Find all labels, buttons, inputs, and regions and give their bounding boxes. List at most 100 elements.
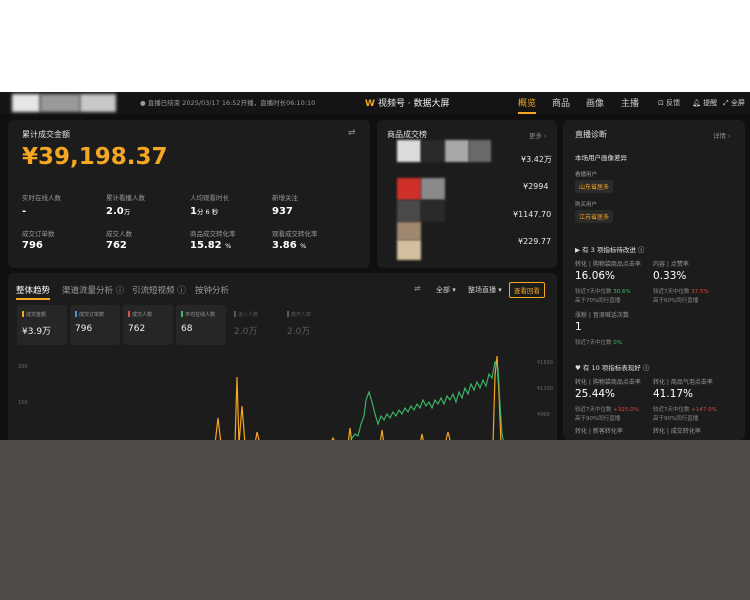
kpi-value: ¥3.9万 — [22, 327, 52, 337]
more-link[interactable]: 更多 › — [529, 130, 547, 140]
diag-metric-compare: 较近7天中位数 +325.0% — [575, 407, 639, 413]
product-price: ¥2994 — [523, 182, 549, 191]
filter-live-select[interactable]: 整场直播 ▾ — [468, 285, 502, 295]
tab-minute-analysis[interactable]: 按钟分析 — [195, 284, 229, 296]
series-color-marker — [234, 311, 236, 317]
metric-label: 观看成交转化率 — [272, 230, 318, 238]
nav-overview[interactable]: 概览 — [518, 96, 537, 114]
kpi-buyers[interactable]: 成交人数 762 — [123, 305, 173, 345]
diag-metric-rank: 高于90%同行直播 — [575, 416, 621, 422]
buyer-chip: 江苏省居多 — [575, 210, 614, 223]
product-rank-card: 商品成交榜 更多 › ¥3.42万 ¥2994 ¥1147.70 ¥229.77 — [377, 120, 557, 268]
product-rank-title: 商品成交榜 — [387, 130, 427, 139]
blurred-account-name — [40, 94, 80, 112]
kpi-value: 68 — [181, 324, 193, 334]
feedback-label: 反馈 — [666, 99, 681, 107]
diag-metric-compare: 较近7天中位数 0% — [575, 340, 622, 346]
total-gmv-value: ¥39,198.37 — [22, 144, 168, 170]
good-section-title: ♥ 有 10 项指标表现好 ⓘ — [575, 364, 650, 372]
feedback-icon: ⊡ — [658, 99, 667, 107]
diag-metric-label: 转化 | 成交转化率 — [653, 428, 701, 435]
kpi-avg-online[interactable]: 平均在线人数 68 — [176, 305, 226, 345]
kpi-value: 762 — [128, 324, 146, 334]
product-image-blurred[interactable] — [397, 178, 445, 260]
diag-metric-value: 25.44% — [575, 388, 616, 400]
nav-products[interactable]: 商品 — [552, 96, 570, 109]
region-label: 看播用户 — [575, 172, 598, 178]
fullscreen-icon: ⤢ — [723, 99, 731, 107]
metric-value: - — [22, 206, 27, 217]
view-replay-button[interactable]: 查看回看 — [509, 282, 545, 298]
feedback-button[interactable]: ⊡ 反馈 — [658, 98, 680, 108]
filter-all-select[interactable]: 全部 ▾ — [436, 285, 456, 295]
metric-label: 商品成交转化率 — [190, 230, 236, 238]
diagnosis-card: 直播诊断 详情 › 本场用户画像差异 看播用户 山东省居多 购买用户 江苏省居多… — [563, 120, 745, 440]
detail-link[interactable]: 详情 › — [713, 130, 731, 140]
metric-value: 1分 6 秒 — [190, 206, 219, 217]
series-color-marker — [181, 311, 183, 317]
nav-anchor[interactable]: 主播 — [621, 96, 639, 109]
bell-icon: 🔔︎ — [692, 99, 704, 107]
improve-section-title: ▶ 有 3 项指标待改进 ⓘ — [575, 246, 645, 254]
dashboard-screen: ● 直播已结束 2025/03/17 16:52开播，直播时长06:10:10 … — [0, 92, 750, 440]
diag-metric-compare: 较近7天中位数 30.6% — [575, 289, 631, 295]
metric-label: 新增关注 — [272, 194, 298, 202]
metric-value: 796 — [22, 240, 43, 251]
kpi-leave[interactable]: 离开人数 2.0万 — [282, 305, 332, 345]
brand-title: W 视频号 · 数据大屏 — [365, 96, 450, 109]
metric-label: 成交人数 — [106, 230, 132, 238]
product-price: ¥1147.70 — [513, 210, 552, 219]
summary-title: 累计成交金额 — [22, 130, 70, 139]
live-status-text: ● 直播已结束 2025/03/17 16:52开播，直播时长06:10:10 — [140, 99, 316, 107]
trend-line-chart[interactable] — [30, 354, 530, 440]
fullscreen-button[interactable]: ⤢ 全屏 — [723, 98, 745, 108]
diag-metric-label: 转化 | 购物袋商品点击率 — [575, 261, 641, 268]
tab-overall-trend[interactable]: 整体趋势 — [16, 284, 51, 300]
top-header: ● 直播已结束 2025/03/17 16:52开播，直播时长06:10:10 … — [0, 92, 750, 114]
trend-settings-icon[interactable]: ⇌ — [414, 284, 421, 293]
brand-label: 视频号 · 数据大屏 — [377, 99, 450, 109]
diag-metric-label: 转化 | 新客转化率 — [575, 428, 623, 435]
metric-label: 成交订单数 — [22, 230, 55, 238]
diag-metric-value: 1 — [575, 321, 582, 333]
diag-metric-rank: 高于90%同行直播 — [653, 416, 699, 422]
tab-channel-flow[interactable]: 渠道流量分析 ⓘ — [62, 284, 124, 296]
kpi-orders[interactable]: 成交订单数 796 — [70, 305, 120, 345]
nav-portrait[interactable]: 画像 — [586, 96, 604, 109]
kpi-enter[interactable]: 进入人数 2.0万 — [229, 305, 279, 345]
metric-value: 2.0万 — [106, 206, 131, 217]
kpi-value: 796 — [75, 324, 93, 334]
product-image-blurred[interactable] — [397, 140, 491, 162]
fullscreen-label: 全屏 — [730, 99, 745, 107]
kpi-gmv[interactable]: 成交金额 ¥3.9万 — [17, 305, 67, 345]
tab-short-video[interactable]: 引流短视频 ⓘ — [132, 284, 186, 296]
remind-button[interactable]: 🔔︎ 提醒 — [692, 98, 717, 108]
y-axis-right-tick: ¥900 — [537, 412, 550, 418]
diag-metric-label: 转化 | 购物袋商品点击率 — [575, 379, 641, 386]
metric-value: 937 — [272, 206, 293, 217]
kpi-value: 2.0万 — [287, 327, 311, 337]
series-color-marker — [22, 311, 24, 317]
blurred-avatar — [12, 94, 40, 112]
diagnosis-title: 直播诊断 — [575, 130, 607, 139]
diag-metric-rank: 高于60%同行直播 — [653, 298, 699, 304]
product-price: ¥229.77 — [518, 237, 552, 246]
blurred-account-id — [80, 94, 116, 112]
diag-metric-label: 涨粉 | 音浪喊话次数 — [575, 312, 629, 319]
metric-label: 实时在线人数 — [22, 194, 61, 202]
kpi-value: 2.0万 — [234, 327, 258, 337]
product-price: ¥3.42万 — [521, 155, 552, 164]
diag-metric-rank: 高于70%同行直播 — [575, 298, 621, 304]
photo-bottom-background — [0, 440, 750, 600]
diag-metric-value: 16.06% — [575, 270, 616, 282]
y-axis-right-tick: ¥1500 — [537, 360, 553, 366]
diag-metric-value: 0.33% — [653, 270, 687, 282]
y-axis-left-tick: 200 — [18, 364, 28, 370]
settings-sliders-icon[interactable]: ⇌ — [348, 128, 356, 138]
series-color-marker — [287, 311, 289, 317]
online-series-line — [350, 360, 504, 440]
buyer-label: 购买用户 — [575, 202, 598, 208]
metric-label: 累计看播人数 — [106, 194, 145, 202]
diag-metric-compare: 较近7天中位数 37.5% — [653, 289, 709, 295]
portrait-title: 本场用户画像差异 — [575, 154, 627, 162]
